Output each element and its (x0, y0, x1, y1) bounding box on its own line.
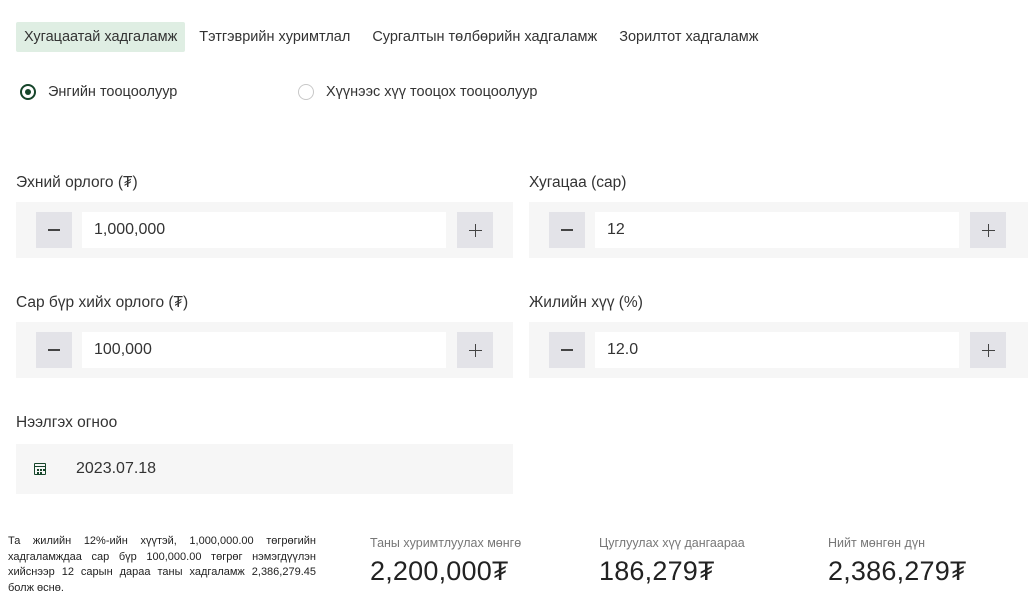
monthly-income-increment-button[interactable] (457, 332, 493, 368)
radio-unselected-icon[interactable] (298, 84, 314, 100)
initial-income-increment-button[interactable] (457, 212, 493, 248)
open-date-value: 2023.07.18 (76, 460, 157, 477)
compound-calculator-option[interactable]: Хүүнээс хүү тооцох тооцоолуур (298, 84, 537, 100)
annual-rate-stepper (529, 322, 1028, 378)
annual-rate-label: Жилийн хүү (%) (529, 294, 643, 311)
duration-input[interactable] (595, 212, 959, 248)
interest-value: 186,279₮ (599, 556, 715, 586)
initial-income-decrement-button[interactable] (36, 212, 72, 248)
annual-rate-increment-button[interactable] (970, 332, 1006, 368)
open-date-label: Нээлгэх огноо (16, 414, 118, 431)
monthly-income-input[interactable] (82, 332, 446, 368)
simple-calculator-option[interactable]: Энгийн тооцоолуур (20, 84, 177, 100)
savings-value: 2,200,000₮ (370, 556, 509, 586)
plus-icon (981, 343, 995, 357)
savings-type-tabs: Хугацаатай хадгаламж Тэтгэврийн хуримтла… (16, 22, 772, 52)
monthly-income-label: Сар бүр хийх орлого (₮) (16, 294, 189, 311)
minus-icon (561, 349, 573, 351)
duration-label: Хугацаа (сар) (529, 174, 627, 191)
total-value: 2,386,279₮ (828, 556, 967, 586)
annual-rate-input[interactable] (595, 332, 959, 368)
annual-rate-decrement-button[interactable] (549, 332, 585, 368)
duration-stepper (529, 202, 1028, 258)
tab-tuition-savings[interactable]: Сургалтын төлбөрийн хадгаламж (364, 22, 605, 52)
simple-calculator-label: Энгийн тооцоолуур (48, 84, 178, 100)
plus-icon (468, 343, 482, 357)
plus-icon (981, 223, 995, 237)
initial-income-stepper (16, 202, 513, 258)
monthly-income-decrement-button[interactable] (36, 332, 72, 368)
minus-icon (561, 229, 573, 231)
interest-label: Цуглуулах хүү дангаараа (599, 536, 745, 550)
duration-increment-button[interactable] (970, 212, 1006, 248)
radio-selected-icon[interactable] (20, 84, 36, 100)
initial-income-input[interactable] (82, 212, 446, 248)
tab-goal-savings[interactable]: Зорилтот хадгаламж (611, 22, 766, 52)
tab-term-deposit[interactable]: Хугацаатай хадгаламж (16, 22, 186, 52)
initial-income-label: Эхний орлого (₮) (16, 174, 138, 191)
open-date-picker[interactable]: 2023.07.18 (16, 444, 513, 494)
plus-icon (468, 223, 482, 237)
compound-calculator-label: Хүүнээс хүү тооцох тооцоолуур (326, 84, 538, 100)
total-label: Нийт мөнгөн дүн (828, 536, 925, 550)
summary-text: Та жилийн 12%-ийн хүүтэй, 1,000,000.00 т… (8, 535, 316, 594)
minus-icon (48, 349, 60, 351)
minus-icon (48, 229, 60, 231)
savings-label: Таны хуримтлуулах мөнгө (370, 536, 522, 550)
duration-decrement-button[interactable] (549, 212, 585, 248)
calendar-icon (34, 463, 46, 475)
monthly-income-stepper (16, 322, 513, 378)
tab-pension-savings[interactable]: Тэтгэврийн хуримтлал (191, 22, 358, 52)
